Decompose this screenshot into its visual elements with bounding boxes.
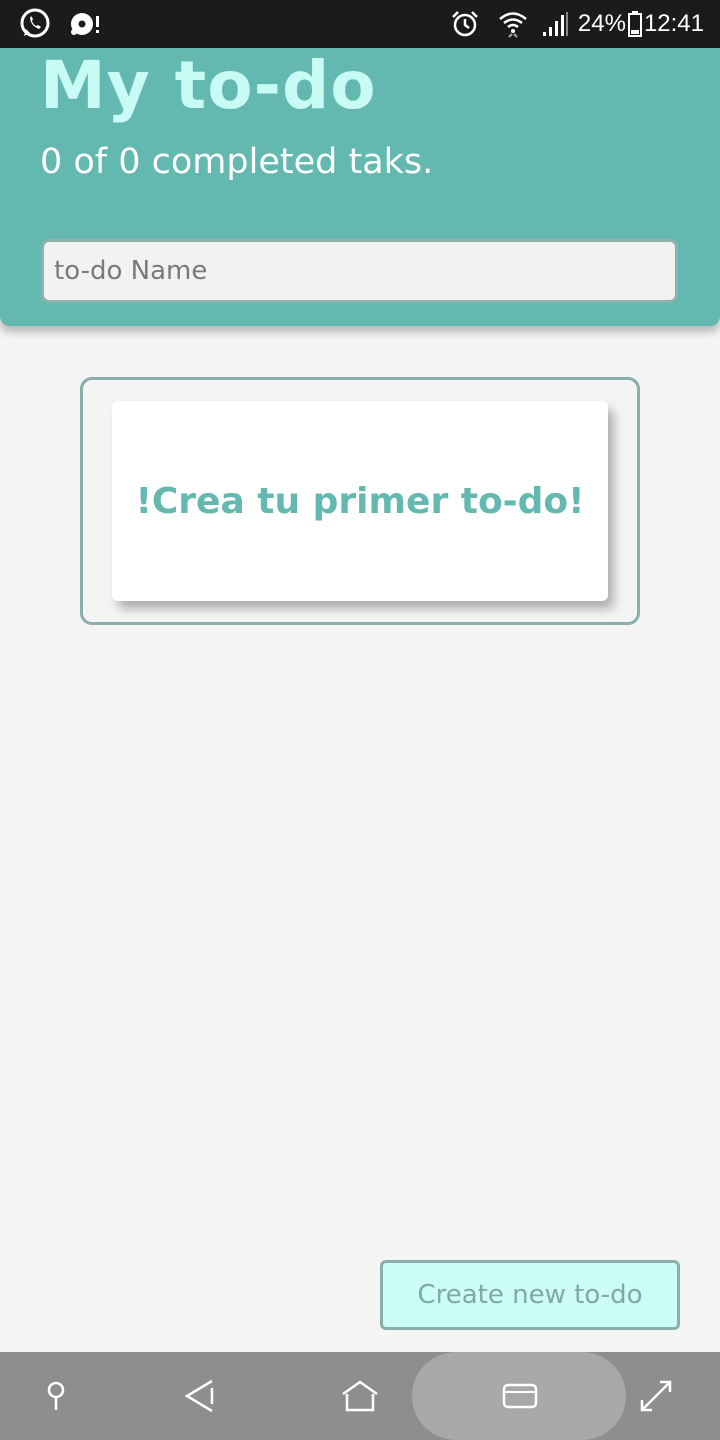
completed-count: 0 of 0 completed taks. [40, 142, 434, 182]
expand-icon[interactable] [616, 1352, 696, 1440]
signal-icon [542, 11, 570, 37]
pin-icon[interactable] [16, 1352, 96, 1440]
battery-percent: 24% [577, 10, 626, 37]
battery-icon [627, 11, 642, 37]
whatsapp-icon [18, 7, 52, 41]
empty-state-message: !Crea tu primer to-do! [135, 480, 585, 522]
navigation-bar [0, 1352, 720, 1440]
media-icon [68, 7, 102, 41]
home-icon[interactable] [320, 1352, 400, 1440]
alarm-icon [450, 9, 480, 39]
empty-state-card: !Crea tu primer to-do! [112, 401, 608, 601]
wifi-icon [498, 9, 528, 39]
back-icon[interactable] [160, 1352, 240, 1440]
recents-icon[interactable] [480, 1352, 560, 1440]
clock-time: 12:41 [643, 10, 704, 37]
page-title: My to-do [40, 47, 377, 124]
todo-name-input[interactable] [41, 239, 678, 303]
empty-state-frame: !Crea tu primer to-do! [80, 377, 640, 625]
status-bar: 24% 12:41 [0, 0, 720, 48]
header: My to-do 0 of 0 completed taks. [0, 48, 720, 326]
create-todo-button[interactable]: Create new to-do [380, 1260, 680, 1330]
